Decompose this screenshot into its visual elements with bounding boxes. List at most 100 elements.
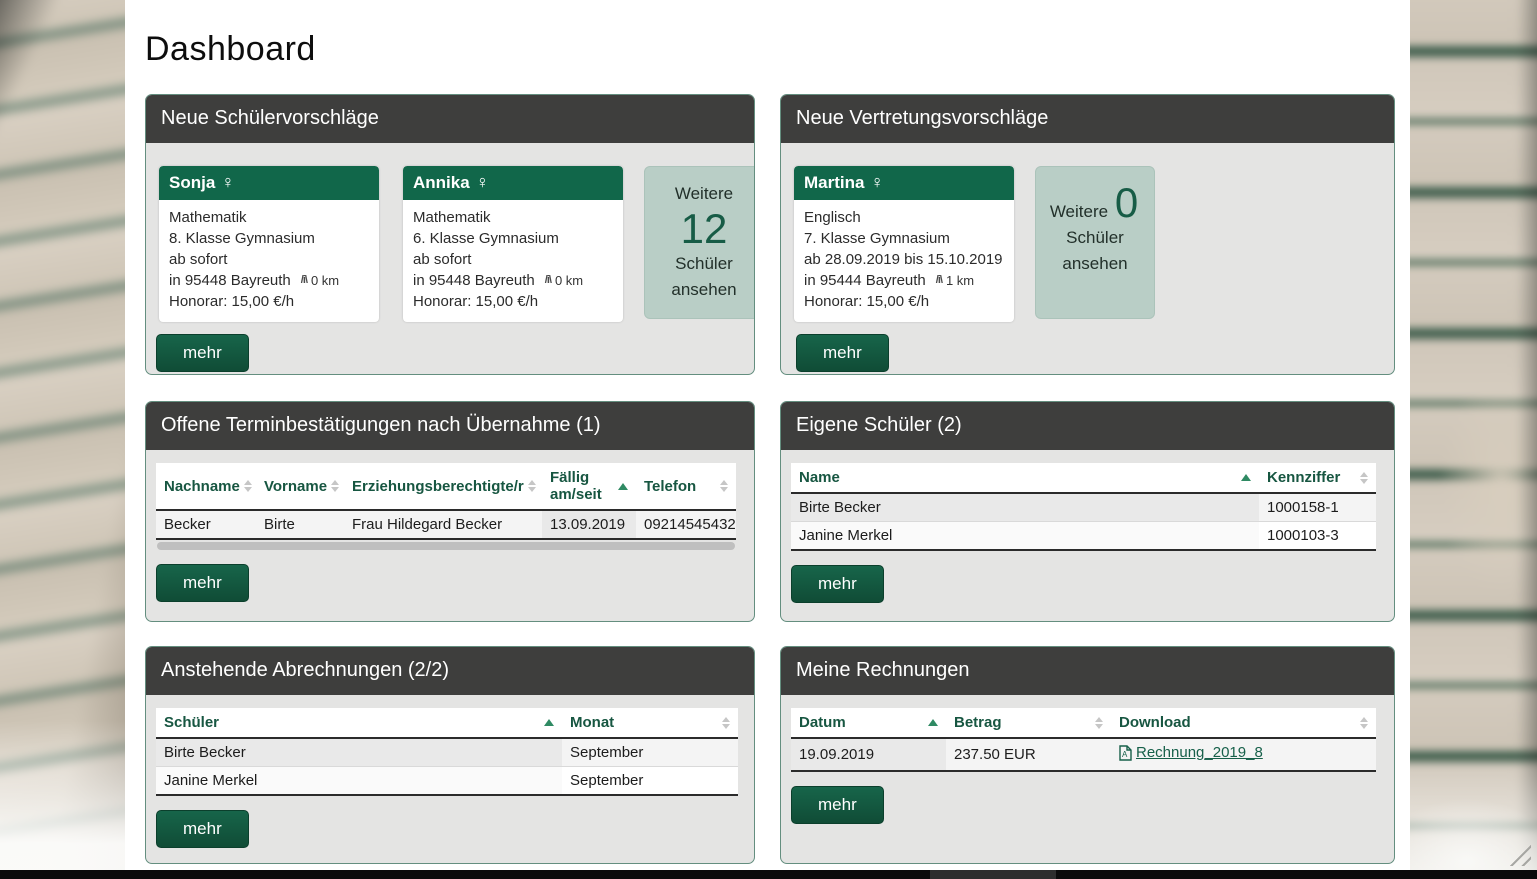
column-label: Download xyxy=(1119,714,1191,731)
table-row: Birte Becker September xyxy=(156,738,738,767)
student-period: ab sofort xyxy=(169,249,369,270)
sort-icon xyxy=(722,717,730,729)
bottom-bar xyxy=(0,870,1537,879)
cell-name: Janine Merkel xyxy=(791,522,1259,551)
invoice-link-label: Rechnung_2019_8 xyxy=(1136,744,1263,761)
cell-schueler: Janine Merkel xyxy=(156,767,562,796)
student-distance: 0 km xyxy=(311,270,339,291)
student-card-martina: Martina♀ Englisch 7. Klasse Gymnasium ab… xyxy=(794,166,1014,322)
panel-title: Meine Rechnungen xyxy=(781,647,1394,695)
column-label: Name xyxy=(799,469,840,486)
weitere-prefix: Weitere xyxy=(675,184,733,203)
student-distance: 0 km xyxy=(555,270,583,291)
student-period: ab sofort xyxy=(413,249,613,270)
column-header-schueler[interactable]: Schüler xyxy=(156,708,562,738)
student-location: in 95444 Bayreuth xyxy=(804,270,926,291)
panel-body: Datum Betrag Download 19.09.2019 237.50 … xyxy=(781,695,1394,837)
table-header-row: Datum Betrag Download xyxy=(791,708,1376,738)
column-header-erziehungsberechtigte[interactable]: Erziehungsberechtigte/r xyxy=(344,463,542,510)
sort-ascending-icon xyxy=(928,719,938,726)
table-row: Becker Birte Frau Hildegard Becker 13.09… xyxy=(156,510,736,539)
student-location: in 95448 Bayreuth xyxy=(413,270,535,291)
column-header-nachname[interactable]: Nachname xyxy=(156,463,256,510)
weitere-count: 12 xyxy=(679,205,730,252)
column-header-telefon[interactable]: Telefon xyxy=(636,463,736,510)
rechnungen-table: Datum Betrag Download 19.09.2019 237.50 … xyxy=(791,708,1376,772)
abrechnungen-table: Schüler Monat Birte Becker September Jan… xyxy=(156,708,738,796)
sort-icon xyxy=(1360,472,1368,484)
sort-ascending-icon xyxy=(544,719,554,726)
cell-betrag: 237.50 EUR xyxy=(946,738,1111,771)
panel-body: Schüler Monat Birte Becker September Jan… xyxy=(146,695,754,861)
pdf-file-icon: A xyxy=(1119,745,1132,761)
table-row: Birte Becker 1000158-1 xyxy=(791,493,1376,522)
student-card-header: Martina♀ xyxy=(794,166,1014,200)
panel-title: Eigene Schüler (2) xyxy=(781,402,1394,450)
cell-monat: September xyxy=(562,738,738,767)
column-label: Schüler xyxy=(164,714,219,731)
column-header-monat[interactable]: Monat xyxy=(562,708,738,738)
student-subject: Englisch xyxy=(804,207,1004,228)
column-label: Erziehungsberechtigte/r xyxy=(352,478,524,495)
mehr-button-abrechnungen[interactable]: mehr xyxy=(156,810,249,848)
mehr-button-terminbestaetigungen[interactable]: mehr xyxy=(156,564,249,602)
panel-title: Neue Schülervorschläge xyxy=(146,95,754,143)
column-header-download[interactable]: Download xyxy=(1111,708,1376,738)
student-card-body: Mathematik 8. Klasse Gymnasium ab sofort… xyxy=(159,200,379,322)
column-header-vorname[interactable]: Vorname xyxy=(256,463,344,510)
cell-download: A Rechnung_2019_8 xyxy=(1111,738,1376,771)
column-header-betrag[interactable]: Betrag xyxy=(946,708,1111,738)
student-subject: Mathematik xyxy=(169,207,369,228)
table-row: 19.09.2019 237.50 EUR A Rechnung_201 xyxy=(791,738,1376,771)
background-books-left xyxy=(0,0,125,879)
sort-icon xyxy=(528,480,536,492)
student-grade: 8. Klasse Gymnasium xyxy=(169,228,369,249)
cell-telefon: 09214545432 xyxy=(636,510,736,539)
student-card-sonja: Sonja ♀ Mathematik 8. Klasse Gymnasium ab… xyxy=(159,166,379,322)
cell-vorname: Birte xyxy=(256,510,344,539)
background-books-right xyxy=(1410,0,1537,879)
horizontal-scrollbar[interactable] xyxy=(157,542,735,550)
student-rate: Honorar: 15,00 €/h xyxy=(413,291,613,312)
column-label: Monat xyxy=(570,714,614,731)
svg-text:A: A xyxy=(1122,750,1128,759)
column-header-datum[interactable]: Datum xyxy=(791,708,946,738)
panel-title: Neue Vertretungsvorschläge xyxy=(781,95,1394,143)
distance-icon: /i\ xyxy=(936,270,942,291)
mehr-button-vertretungsvorschlaege[interactable]: mehr xyxy=(796,334,889,372)
mehr-button-schuelervorschlaege[interactable]: mehr xyxy=(156,334,249,372)
panel-anstehende-abrechnungen: Anstehende Abrechnungen (2/2) Schüler Mo… xyxy=(145,646,755,864)
table-row: Janine Merkel 1000103-3 xyxy=(791,522,1376,551)
termine-table: Nachname Vorname Erziehungsberechtigte/r… xyxy=(156,463,736,540)
weitere-schueler-box[interactable]: Weitere 0 Schüler ansehen xyxy=(1035,166,1155,319)
mehr-button-eigene-schueler[interactable]: mehr xyxy=(791,565,884,603)
student-name: Sonja xyxy=(169,173,215,192)
sort-icon xyxy=(244,480,252,492)
column-header-faellig[interactable]: Fällig am/seit xyxy=(542,463,636,510)
column-header-name[interactable]: Name xyxy=(791,463,1259,493)
distance-icon: /i\ xyxy=(301,270,307,291)
weitere-schueler-box[interactable]: Weitere 12 Schüler ansehen xyxy=(644,166,755,319)
main-content: Dashboard Neue Schülervorschläge Sonja♀ … xyxy=(125,0,1410,870)
cell-kennziffer: 1000103-3 xyxy=(1259,522,1376,551)
cell-datum: 19.09.2019 xyxy=(791,738,946,771)
student-location: in 95448 Bayreuth xyxy=(169,270,291,291)
distance-icon: /i\ xyxy=(545,270,551,291)
column-label: Nachname xyxy=(164,478,240,495)
invoice-download-link[interactable]: A Rechnung_2019_8 xyxy=(1119,744,1263,761)
column-label: Kennziffer xyxy=(1267,469,1340,486)
student-name: Annika xyxy=(413,173,470,192)
panel-title: Offene Terminbestätigungen nach Übernahm… xyxy=(146,402,754,450)
panel-body: Martina♀ Englisch 7. Klasse Gymnasium ab… xyxy=(781,143,1394,322)
student-distance: 1 km xyxy=(946,270,974,291)
eigene-schueler-table: Name Kennziffer Birte Becker 1000158-1 J… xyxy=(791,463,1376,551)
sort-icon xyxy=(720,480,728,492)
sort-ascending-icon xyxy=(618,483,628,490)
column-label: Betrag xyxy=(954,714,1002,731)
student-rate: Honorar: 15,00 €/h xyxy=(804,291,1004,312)
panel-offene-terminbestaetigungen: Offene Terminbestätigungen nach Übernahm… xyxy=(145,401,755,622)
female-gender-icon: ♀ xyxy=(221,172,235,192)
sort-icon xyxy=(1360,717,1368,729)
column-header-kennziffer[interactable]: Kennziffer xyxy=(1259,463,1376,493)
mehr-button-rechnungen[interactable]: mehr xyxy=(791,786,884,824)
